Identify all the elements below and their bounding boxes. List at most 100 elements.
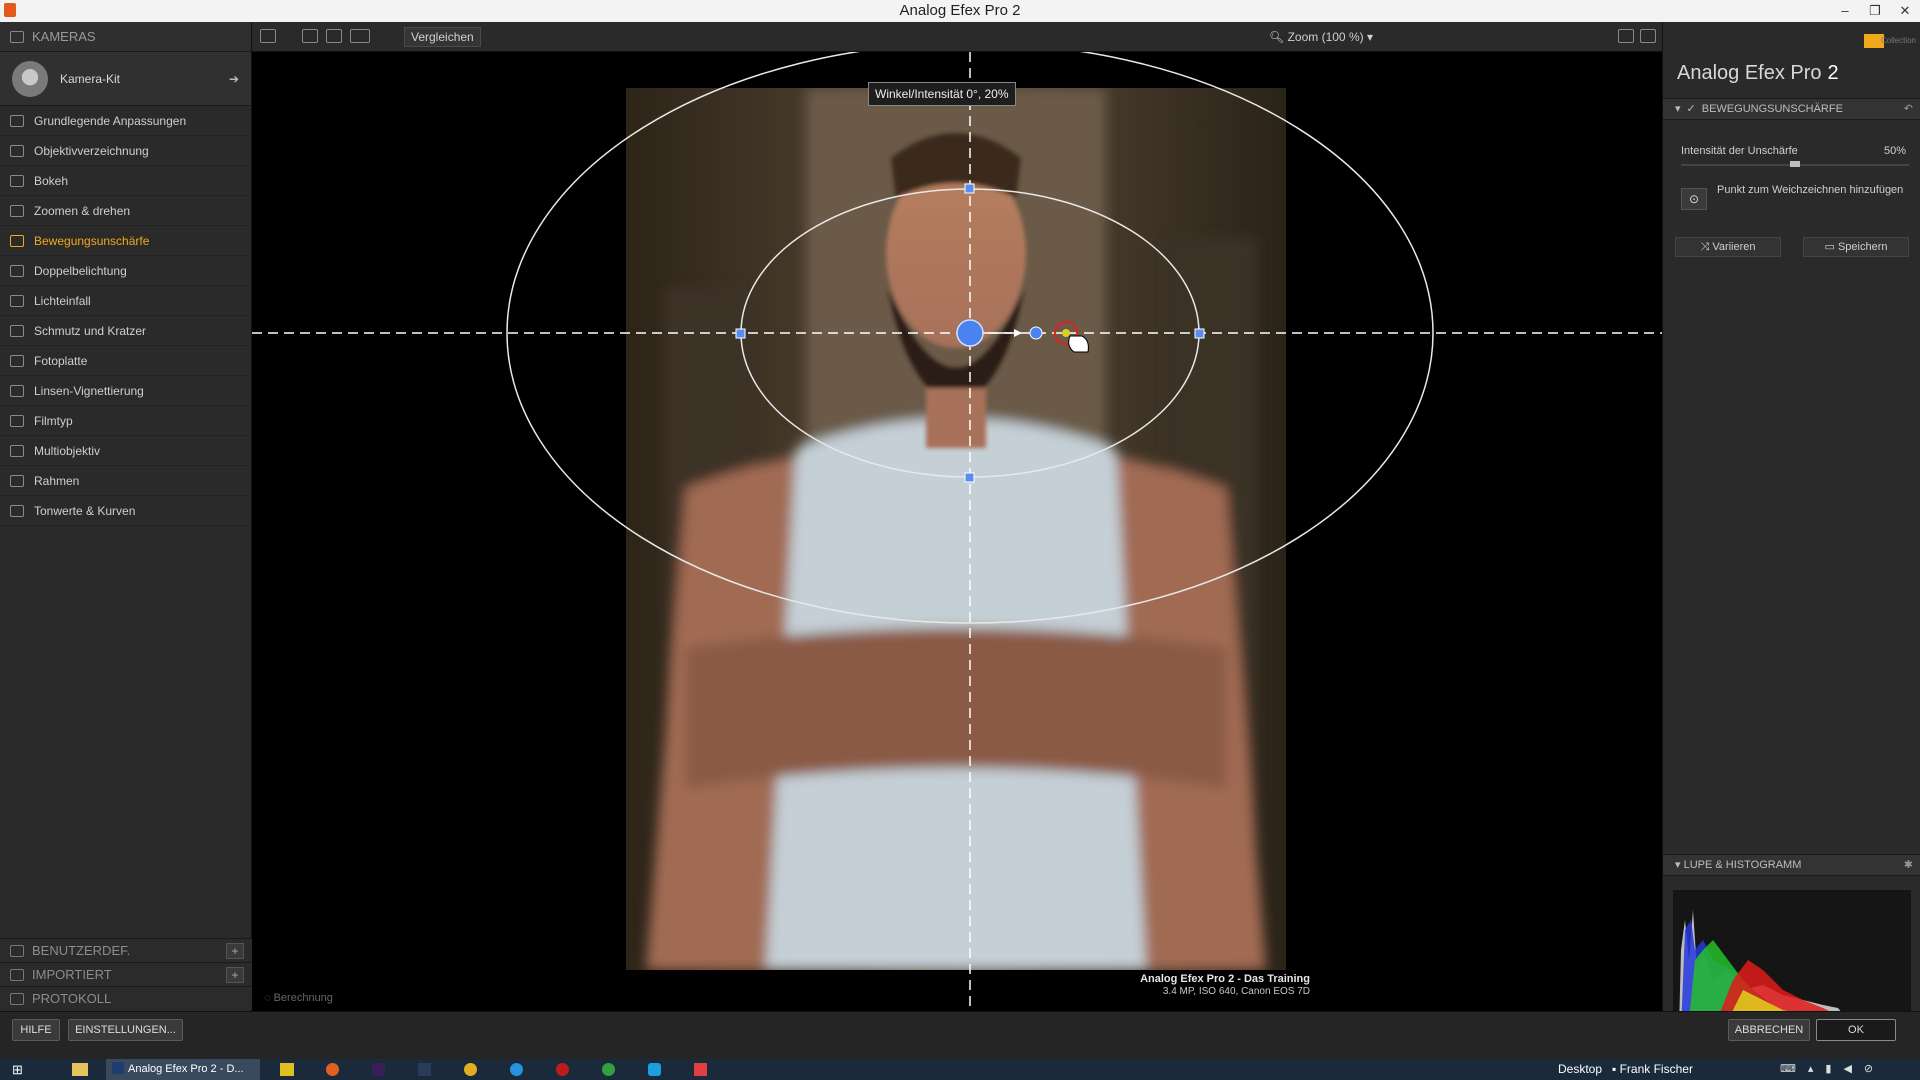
loupe-histogram-section-header[interactable]: ▾ LUPE & HISTOGRAMM ✱ bbox=[1663, 854, 1920, 876]
photoshop-icon bbox=[112, 1062, 124, 1074]
desktop-toolbar[interactable]: Desktop bbox=[1558, 1062, 1602, 1076]
background-color-icon[interactable] bbox=[1640, 29, 1656, 43]
caption-title: Analog Efex Pro 2 - Das Training bbox=[1140, 973, 1310, 985]
module-item[interactable]: Zoomen & drehen bbox=[0, 196, 251, 226]
start-icon[interactable]: ⊞ bbox=[12, 1062, 23, 1078]
reset-icon[interactable]: ↶ bbox=[1904, 99, 1913, 119]
magnifier-icon: 🔍︎ bbox=[1269, 30, 1288, 44]
save-button[interactable]: ▭ Speichern bbox=[1803, 237, 1909, 257]
add-point-icon[interactable]: ⊙ bbox=[1681, 188, 1707, 210]
preview-canvas[interactable]: Winkel/Intensität 0°, 20% Analog Efex Pr… bbox=[252, 52, 1662, 1011]
histogram-title: LUPE & HISTOGRAMM bbox=[1683, 859, 1802, 871]
module-label: Objektivverzeichnung bbox=[34, 143, 149, 158]
view-toolbar: Vergleichen 🔍︎ Zoom (100 %) ▾ bbox=[252, 22, 1662, 52]
module-label: Linsen-Vignettierung bbox=[34, 383, 144, 398]
left-panel: KAMERAS Kamera-Kit ➔ Grundlegende Anpass… bbox=[0, 22, 252, 1011]
blur-intensity-slider[interactable] bbox=[1681, 161, 1909, 167]
app-icon-2[interactable] bbox=[464, 1063, 477, 1076]
module-item[interactable]: Fotoplatte bbox=[0, 346, 251, 376]
module-icon bbox=[10, 174, 24, 187]
minimize-button[interactable]: – bbox=[1830, 0, 1860, 22]
module-label: Rahmen bbox=[34, 473, 80, 488]
app-icon bbox=[4, 3, 16, 17]
system-tray[interactable]: ⌨▴▮◀⊘ bbox=[1780, 1062, 1885, 1075]
history-section[interactable]: PROTOKOLL bbox=[0, 986, 252, 1010]
module-item[interactable]: Grundlegende Anpassungen bbox=[0, 106, 251, 136]
user-folder-icon: ▪ bbox=[1612, 1062, 1620, 1076]
pin-icon[interactable]: ✱ bbox=[1904, 855, 1913, 875]
taskbar-active-app[interactable]: Analog Efex Pro 2 - D... bbox=[106, 1059, 260, 1080]
module-item[interactable]: Rahmen bbox=[0, 466, 251, 496]
module-item[interactable]: Doppelbelichtung bbox=[0, 256, 251, 286]
save-icon: ▭ bbox=[1824, 241, 1838, 253]
add-blur-point[interactable]: ⊙ Punkt zum Weichzeichnen hinzufügen bbox=[1681, 184, 1909, 228]
module-item[interactable]: Bewegungsunschärfe bbox=[0, 226, 251, 256]
module-label: Filmtyp bbox=[34, 413, 73, 428]
module-icon bbox=[10, 474, 24, 487]
histogram bbox=[1673, 890, 1911, 1030]
ok-button[interactable]: OK bbox=[1816, 1019, 1896, 1041]
compare-button[interactable]: Vergleichen bbox=[404, 27, 481, 47]
single-view-icon[interactable] bbox=[302, 29, 318, 43]
user-defined-section[interactable]: BENUTZERDEF. + bbox=[0, 938, 252, 962]
close-button[interactable]: ✕ bbox=[1890, 0, 1920, 22]
module-item[interactable]: Schmutz und Kratzer bbox=[0, 316, 251, 346]
center-point-handle[interactable] bbox=[956, 319, 984, 347]
module-icon bbox=[10, 204, 24, 217]
module-icon bbox=[10, 294, 24, 307]
module-item[interactable]: Multiobjektiv bbox=[0, 436, 251, 466]
slider-thumb[interactable] bbox=[1790, 161, 1800, 167]
caption-meta: 3.4 MP, ISO 640, Canon EOS 7D bbox=[1162, 986, 1310, 997]
enable-checkbox[interactable]: ✓ bbox=[1687, 103, 1696, 115]
vary-button[interactable]: ⤨ Variieren bbox=[1675, 237, 1781, 257]
loupe-toggle-icon[interactable] bbox=[1618, 29, 1634, 43]
module-item[interactable]: Bokeh bbox=[0, 166, 251, 196]
app-icon-1[interactable] bbox=[280, 1063, 294, 1076]
module-item[interactable]: Tonwerte & Kurven bbox=[0, 496, 251, 526]
module-item[interactable]: Linsen-Vignettierung bbox=[0, 376, 251, 406]
imported-section[interactable]: IMPORTIERT + bbox=[0, 962, 252, 986]
module-item[interactable]: Objektivverzeichnung bbox=[0, 136, 251, 166]
zoom-select[interactable]: 🔍︎ Zoom (100 %) ▾ bbox=[1262, 27, 1380, 47]
cameras-header[interactable]: KAMERAS bbox=[0, 22, 251, 52]
app-icon-3[interactable] bbox=[510, 1063, 523, 1076]
module-item[interactable]: Lichteinfall bbox=[0, 286, 251, 316]
add-point-label: Punkt zum Weichzeichnen hinzufügen bbox=[1717, 184, 1904, 196]
module-list: Grundlegende Anpassungen Objektivverzeich… bbox=[0, 106, 251, 526]
camera-kit-row[interactable]: Kamera-Kit ➔ bbox=[0, 52, 251, 106]
firefox-icon[interactable] bbox=[326, 1063, 339, 1076]
add-user-preset-button[interactable]: + bbox=[226, 943, 244, 959]
settings-button[interactable]: EINSTELLUNGEN... bbox=[68, 1019, 183, 1041]
cancel-button[interactable]: ABBRECHEN bbox=[1728, 1019, 1810, 1041]
user-toolbar[interactable]: ▪ Frank Fischer bbox=[1612, 1062, 1693, 1076]
camera-icon bbox=[10, 30, 24, 43]
section-title: BEWEGUNGSUNSCHÄRFE bbox=[1701, 103, 1843, 115]
import-preset-button[interactable]: + bbox=[226, 967, 244, 983]
image-caption: Analog Efex Pro 2 - Das Training 3.4 MP,… bbox=[1140, 973, 1310, 997]
angle-intensity-handle[interactable] bbox=[1029, 326, 1043, 340]
arrow-right-icon[interactable]: ➔ bbox=[229, 72, 239, 86]
module-icon bbox=[10, 444, 24, 457]
chrome-icon[interactable] bbox=[602, 1063, 615, 1076]
collapse-icon[interactable]: ▾ bbox=[1675, 859, 1681, 871]
restore-button[interactable]: ❐ bbox=[1860, 0, 1890, 22]
collapse-icon[interactable]: ▾ bbox=[1675, 103, 1681, 115]
side-by-side-view-icon[interactable] bbox=[350, 29, 370, 43]
app-icon-4[interactable] bbox=[556, 1063, 569, 1076]
motion-blur-overlay[interactable] bbox=[252, 52, 1662, 1011]
title-bar: Analog Efex Pro 2 – ❐ ✕ bbox=[0, 0, 1920, 22]
module-icon bbox=[10, 234, 24, 247]
skype-icon[interactable] bbox=[648, 1063, 661, 1076]
module-label: Fotoplatte bbox=[34, 353, 88, 368]
module-item[interactable]: Filmtyp bbox=[0, 406, 251, 436]
module-icon bbox=[10, 384, 24, 397]
panel-toggle-icon[interactable] bbox=[260, 29, 276, 43]
help-button[interactable]: HILFE bbox=[12, 1019, 60, 1041]
split-view-icon[interactable] bbox=[326, 29, 342, 43]
lightroom-icon[interactable] bbox=[418, 1063, 431, 1076]
zoom-label: Zoom (100 %) bbox=[1287, 30, 1364, 44]
app-icon-5[interactable] bbox=[694, 1063, 707, 1076]
motion-blur-section-header[interactable]: ▾ ✓ BEWEGUNGSUNSCHÄRFE ↶ bbox=[1663, 98, 1920, 120]
premiere-icon[interactable] bbox=[372, 1063, 385, 1076]
explorer-icon[interactable] bbox=[72, 1063, 88, 1076]
